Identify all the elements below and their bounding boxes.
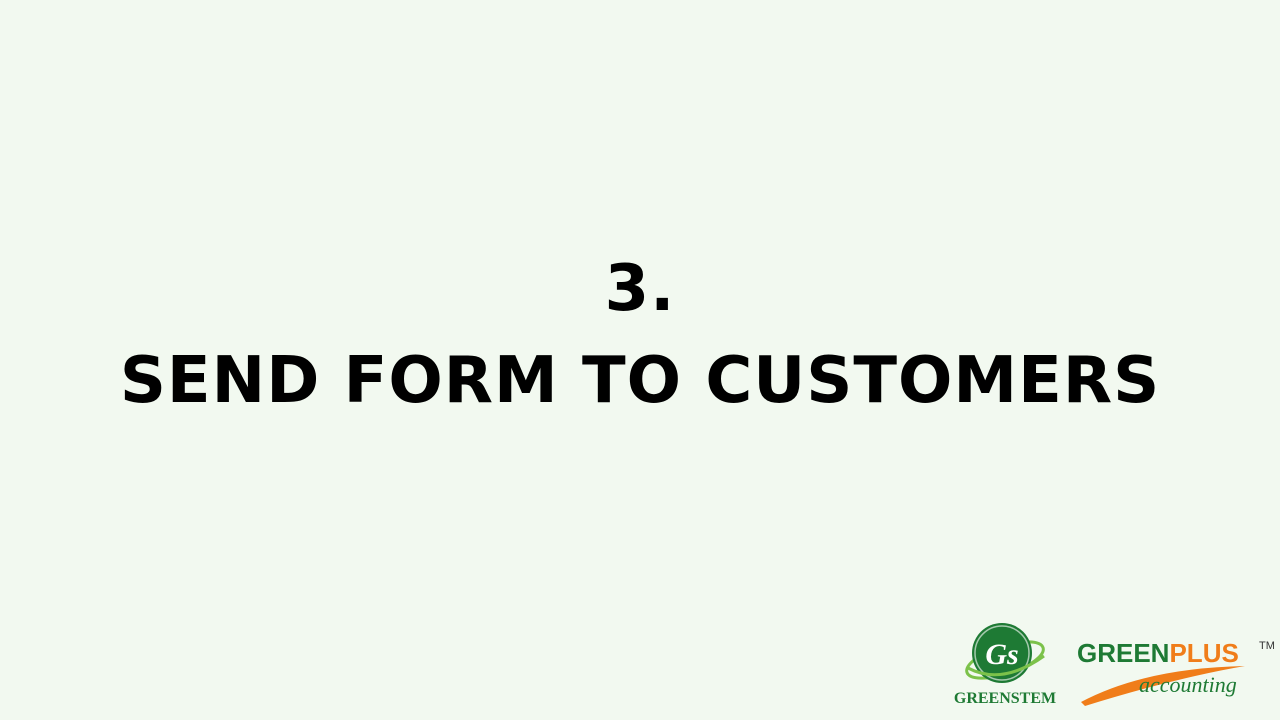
- greenstem-emblem-icon: Gs: [965, 623, 1045, 683]
- greenplus-subtitle: accounting: [1139, 672, 1237, 697]
- section-number: 3.: [604, 252, 676, 326]
- slide-title-block: 3. SEND FORM TO CUSTOMERS: [0, 245, 1280, 425]
- trademark-mark: TM: [1259, 640, 1275, 652]
- greenstem-monogram: Gs: [985, 638, 1018, 671]
- slide: 3. SEND FORM TO CUSTOMERS Gs GREENSTEM G…: [0, 0, 1280, 720]
- greenplus-logo: GREENPLUS TM accounting: [1075, 636, 1275, 716]
- slide-title: SEND FORM TO CUSTOMERS: [119, 344, 1161, 418]
- greenstem-name: GREENSTEM: [953, 690, 1057, 707]
- greenstem-logo: Gs GREENSTEM: [950, 620, 1060, 715]
